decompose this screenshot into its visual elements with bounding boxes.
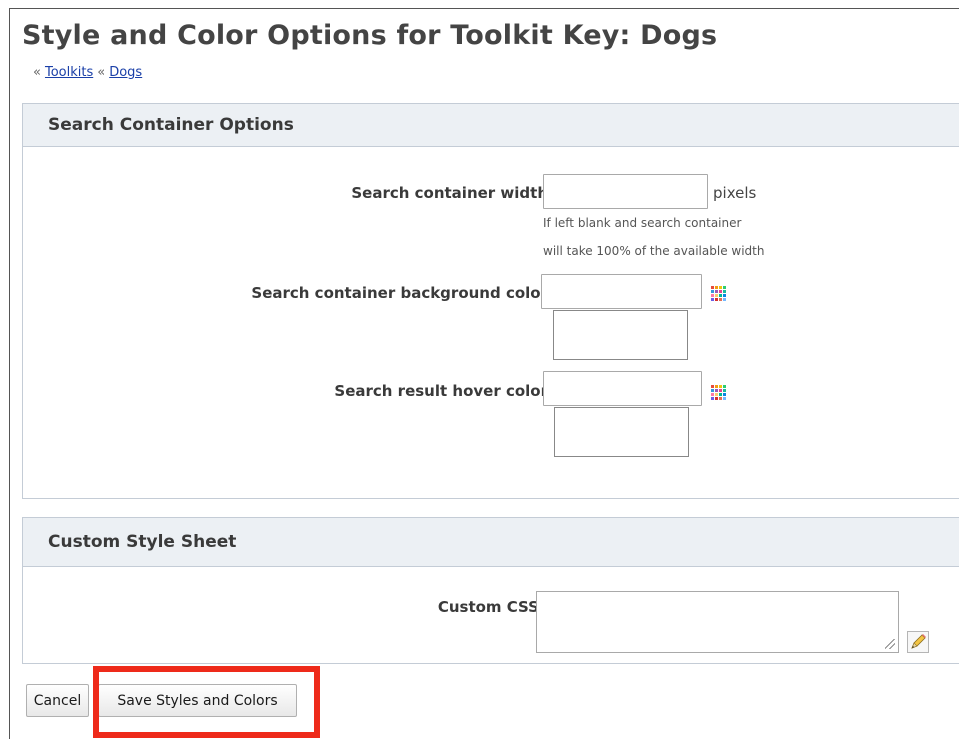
- custom-css-label: Custom CSS: [437, 598, 539, 616]
- palette-cell: [723, 393, 726, 396]
- palette-cell: [711, 286, 714, 289]
- color-palette-icon[interactable]: [711, 385, 726, 400]
- palette-cell: [711, 389, 714, 392]
- palette-cell: [711, 298, 714, 301]
- palette-cell: [723, 290, 726, 293]
- save-styles-button[interactable]: Save Styles and Colors: [98, 684, 297, 717]
- width-hint-line-1: If left blank and search container: [543, 216, 742, 230]
- palette-cell: [711, 385, 714, 388]
- palette-cell: [723, 385, 726, 388]
- search-container-bg-color-label: Search container background color: [251, 284, 548, 302]
- palette-cell: [711, 397, 714, 400]
- palette-cell: [711, 393, 714, 396]
- panel-header: Custom Style Sheet: [23, 518, 959, 567]
- panel-header: Search Container Options: [23, 104, 959, 147]
- palette-cell: [719, 397, 722, 400]
- palette-cell: [715, 286, 718, 289]
- resize-handle[interactable]: [885, 639, 895, 649]
- breadcrumb-separator: «: [33, 65, 41, 80]
- palette-cell: [715, 298, 718, 301]
- palette-cell: [715, 397, 718, 400]
- palette-cell: [711, 294, 714, 297]
- palette-cell: [719, 393, 722, 396]
- bg-color-preview-swatch: [553, 310, 688, 360]
- palette-cell: [715, 290, 718, 293]
- cancel-button[interactable]: Cancel: [26, 684, 89, 717]
- palette-cell: [715, 389, 718, 392]
- search-result-hover-color-input[interactable]: [543, 371, 702, 406]
- custom-css-textarea[interactable]: [536, 591, 899, 653]
- search-container-width-label: Search container width: [351, 184, 548, 202]
- palette-cell: [719, 294, 722, 297]
- color-palette-icon[interactable]: [711, 286, 726, 301]
- search-container-width-input[interactable]: [543, 174, 708, 209]
- palette-cell: [715, 393, 718, 396]
- palette-cell: [723, 294, 726, 297]
- palette-cell: [723, 298, 726, 301]
- width-unit-label: pixels: [713, 184, 757, 202]
- breadcrumb: «Toolkits «Dogs: [33, 65, 142, 80]
- breadcrumb-link-dogs[interactable]: Dogs: [109, 65, 142, 80]
- custom-style-sheet-panel: Custom Style Sheet Custom CSS: [22, 517, 959, 664]
- palette-cell: [715, 294, 718, 297]
- palette-cell: [723, 389, 726, 392]
- width-hint-line-2: will take 100% of the available width: [543, 244, 765, 258]
- palette-cell: [719, 298, 722, 301]
- palette-cell: [719, 389, 722, 392]
- palette-cell: [715, 385, 718, 388]
- palette-cell: [719, 290, 722, 293]
- palette-cell: [723, 397, 726, 400]
- hover-color-preview-swatch: [554, 407, 689, 457]
- breadcrumb-link-toolkits[interactable]: Toolkits: [45, 65, 93, 80]
- breadcrumb-separator: «: [97, 65, 106, 80]
- palette-cell: [723, 286, 726, 289]
- palette-cell: [719, 385, 722, 388]
- search-container-options-panel: Search Container Options Search containe…: [22, 103, 959, 499]
- search-container-bg-color-input[interactable]: [541, 274, 702, 309]
- page-title: Style and Color Options for Toolkit Key:…: [22, 20, 718, 51]
- pencil-icon[interactable]: [907, 631, 929, 653]
- palette-cell: [719, 286, 722, 289]
- palette-cell: [711, 290, 714, 293]
- search-result-hover-color-label: Search result hover color: [334, 382, 548, 400]
